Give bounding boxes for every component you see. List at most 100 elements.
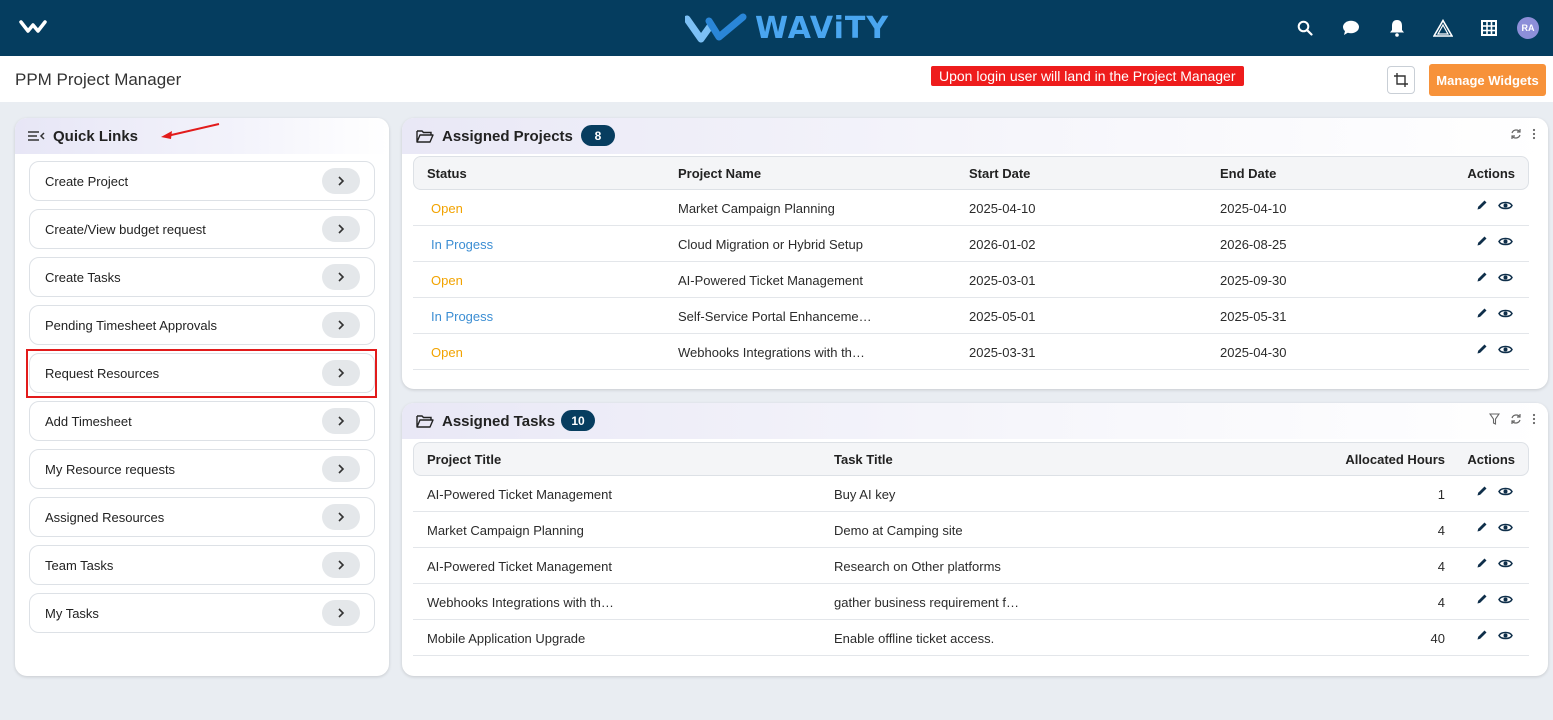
status-cell: Open: [431, 345, 463, 360]
more-options-icon[interactable]: [1532, 413, 1536, 425]
column-header-start-date[interactable]: Start Date: [969, 166, 1030, 181]
column-header-project-title[interactable]: Project Title: [427, 452, 501, 467]
more-options-icon[interactable]: [1532, 128, 1536, 140]
row-actions: [1476, 343, 1513, 358]
view-eye-icon[interactable]: [1498, 271, 1513, 286]
start-date-cell: 2025-03-01: [969, 273, 1036, 288]
edit-pencil-icon[interactable]: [1476, 199, 1488, 214]
warning-icon[interactable]: [1427, 14, 1459, 42]
allocated-hours-cell: 4: [1437, 559, 1445, 574]
table-header: Project Title Task Title Allocated Hours…: [413, 442, 1529, 476]
view-eye-icon[interactable]: [1498, 485, 1513, 500]
quick-link-my-resource-requests[interactable]: My Resource requests: [29, 449, 375, 489]
view-eye-icon[interactable]: [1498, 199, 1513, 214]
table-row[interactable]: In Progess Cloud Migration or Hybrid Setu…: [413, 226, 1529, 262]
brand-logo[interactable]: WAViTY: [685, 8, 889, 48]
end-date-cell: 2026-08-25: [1220, 237, 1287, 252]
assigned-tasks-table: Project Title Task Title Allocated Hours…: [413, 442, 1529, 676]
view-eye-icon[interactable]: [1498, 307, 1513, 322]
view-eye-icon[interactable]: [1498, 629, 1513, 644]
quick-link-pending-timesheet[interactable]: Pending Timesheet Approvals: [29, 305, 375, 345]
chevron-right-icon[interactable]: [322, 504, 360, 530]
edit-pencil-icon[interactable]: [1476, 485, 1488, 500]
quick-link-create-tasks[interactable]: Create Tasks: [29, 257, 375, 297]
edit-pencil-icon[interactable]: [1476, 593, 1488, 608]
chevron-right-icon[interactable]: [322, 168, 360, 194]
filter-icon[interactable]: [1489, 413, 1500, 425]
user-avatar[interactable]: RA: [1517, 17, 1539, 39]
chevron-right-icon[interactable]: [322, 264, 360, 290]
crop-button[interactable]: [1387, 66, 1415, 94]
collapse-menu-icon[interactable]: [27, 129, 45, 143]
project-title-cell: AI-Powered Ticket Management: [427, 559, 612, 574]
refresh-icon[interactable]: [1510, 128, 1522, 140]
wavity-logo-icon: [685, 13, 747, 43]
view-eye-icon[interactable]: [1498, 521, 1513, 536]
row-actions: [1476, 485, 1513, 500]
annotation-notice: Upon login user will land in the Project…: [931, 66, 1244, 86]
manage-widgets-button[interactable]: Manage Widgets: [1429, 64, 1546, 96]
edit-pencil-icon[interactable]: [1476, 343, 1488, 358]
quick-link-my-tasks[interactable]: My Tasks: [29, 593, 375, 633]
search-icon[interactable]: [1289, 14, 1321, 42]
chevron-right-icon[interactable]: [322, 456, 360, 482]
start-date-cell: 2025-04-10: [969, 201, 1036, 216]
menu-logo-icon[interactable]: [18, 16, 48, 38]
quick-link-label: Create/View budget request: [45, 222, 206, 237]
column-header-actions: Actions: [1467, 452, 1515, 467]
quick-link-label: My Resource requests: [45, 462, 176, 477]
bell-icon[interactable]: [1381, 14, 1413, 42]
column-header-allocated-hours[interactable]: Allocated Hours: [1345, 452, 1445, 467]
chevron-right-icon[interactable]: [322, 216, 360, 242]
grid-icon[interactable]: [1473, 14, 1505, 42]
edit-pencil-icon[interactable]: [1476, 307, 1488, 322]
edit-pencil-icon[interactable]: [1476, 235, 1488, 250]
view-eye-icon[interactable]: [1498, 557, 1513, 572]
quick-link-create-project[interactable]: Create Project: [29, 161, 375, 201]
quick-link-assigned-resources[interactable]: Assigned Resources: [29, 497, 375, 537]
edit-pencil-icon[interactable]: [1476, 521, 1488, 536]
chevron-right-icon[interactable]: [322, 552, 360, 578]
chevron-right-icon[interactable]: [322, 312, 360, 338]
project-title-cell: AI-Powered Ticket Management: [427, 487, 612, 502]
edit-pencil-icon[interactable]: [1476, 271, 1488, 286]
table-row[interactable]: AI-Powered Ticket Management Research on …: [413, 548, 1529, 584]
page-title: PPM Project Manager: [15, 70, 182, 89]
quick-link-team-tasks[interactable]: Team Tasks: [29, 545, 375, 585]
allocated-hours-cell: 4: [1437, 595, 1445, 610]
allocated-hours-cell: 4: [1437, 523, 1445, 538]
table-row[interactable]: Open Market Campaign Planning 2025-04-10 20…: [413, 190, 1529, 226]
annotation-highlight-box: [26, 349, 377, 398]
chevron-right-icon[interactable]: [322, 600, 360, 626]
refresh-icon[interactable]: [1510, 413, 1522, 425]
table-row[interactable]: In Progess Self-Service Portal Enhanceme……: [413, 298, 1529, 334]
column-header-project-name[interactable]: Project Name: [678, 166, 761, 181]
table-row[interactable]: Open AI-Powered Ticket Management 2025-03-…: [413, 262, 1529, 298]
folder-open-icon: [416, 130, 434, 143]
table-row[interactable]: AI-Powered Ticket Management Buy AI key 1: [413, 476, 1529, 512]
quick-links-title: Quick Links: [53, 127, 139, 145]
allocated-hours-cell: 1: [1437, 487, 1445, 502]
table-row[interactable]: Webhooks Integrations with th… gather bus…: [413, 584, 1529, 620]
column-header-status[interactable]: Status: [427, 166, 467, 181]
edit-pencil-icon[interactable]: [1476, 629, 1488, 644]
edit-pencil-icon[interactable]: [1476, 557, 1488, 572]
row-actions: [1476, 307, 1513, 322]
chat-icon[interactable]: [1335, 14, 1367, 42]
chevron-right-icon[interactable]: [322, 408, 360, 434]
assigned-tasks-title: Assigned Tasks: [442, 413, 556, 430]
column-header-task-title[interactable]: Task Title: [834, 452, 893, 467]
quick-link-budget-request[interactable]: Create/View budget request: [29, 209, 375, 249]
view-eye-icon[interactable]: [1498, 593, 1513, 608]
view-eye-icon[interactable]: [1498, 235, 1513, 250]
column-header-end-date[interactable]: End Date: [1220, 166, 1276, 181]
project-title-cell: Webhooks Integrations with th…: [427, 595, 614, 610]
quick-link-add-timesheet[interactable]: Add Timesheet: [29, 401, 375, 441]
view-eye-icon[interactable]: [1498, 343, 1513, 358]
table-row[interactable]: Mobile Application Upgrade Enable offline…: [413, 620, 1529, 656]
task-title-cell: gather business requirement f…: [834, 595, 1019, 610]
assigned-tasks-header: Assigned Tasks 10: [402, 403, 1548, 439]
table-row[interactable]: Open Webhooks Integrations with th… 2025-0…: [413, 334, 1529, 370]
project-name-cell: Market Campaign Planning: [678, 201, 835, 216]
table-row[interactable]: Market Campaign Planning Demo at Camping …: [413, 512, 1529, 548]
